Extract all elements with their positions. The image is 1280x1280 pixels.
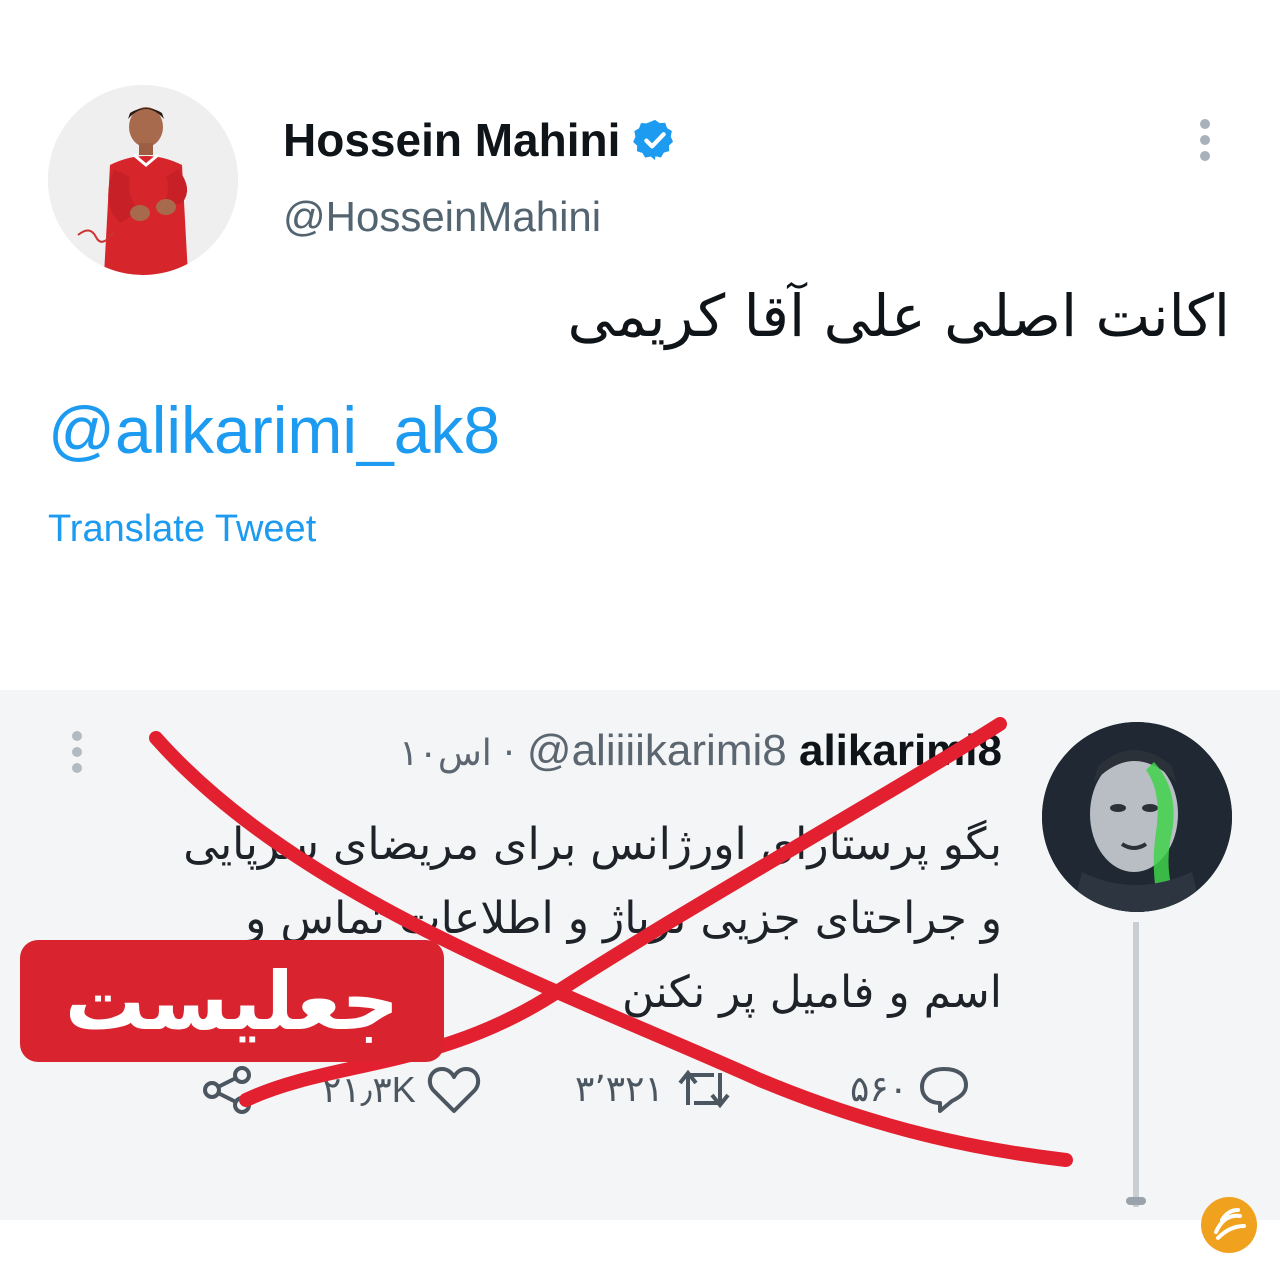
share-icon (203, 1066, 251, 1114)
embedded-text-line: بگو پرستارای اورژانس برای مریضای سرپایی (183, 819, 1002, 870)
retweet-count: ۳٬۳۲۱ (575, 1068, 664, 1109)
like-action: ۲۱٫۳K (322, 1065, 482, 1115)
reply-action: ۵۶۰ (850, 1065, 970, 1113)
display-name-text: Hossein Mahini (283, 114, 621, 166)
embedded-handle: @aliiiikarimi8 (526, 726, 787, 775)
share-action (200, 1065, 256, 1115)
more-vertical-icon[interactable] (1190, 118, 1220, 168)
embedded-time: ۱۰اس · (399, 733, 515, 774)
retweet-action: ۳٬۳۲۱ (575, 1065, 734, 1113)
avatar-photo-icon (48, 85, 238, 275)
heart-icon (427, 1067, 480, 1113)
mention-link[interactable]: @alikarimi_ak8 (48, 392, 500, 468)
like-count: ۲۱٫۳K (322, 1069, 416, 1110)
embedded-avatar (1042, 722, 1232, 912)
embedded-tweet-header: ۱۰اس · @aliiiikarimi8 alikarimi8 (399, 726, 1002, 776)
author-avatar[interactable] (48, 85, 238, 275)
embedded-display-name: alikarimi8 (798, 726, 1002, 775)
reply-count: ۵۶۰ (850, 1068, 909, 1109)
thread-line (1133, 922, 1139, 1207)
author-display-name[interactable]: Hossein Mahini (283, 113, 678, 167)
thread-end-dot (1126, 1197, 1146, 1205)
translate-tweet-link[interactable]: Translate Tweet (48, 508, 316, 551)
reply-icon (920, 1067, 969, 1113)
page: Hossein Mahini @HosseinMahini اکانت اصلی… (0, 0, 1280, 1280)
author-handle[interactable]: @HosseinMahini (283, 193, 601, 241)
verified-badge-icon (633, 119, 674, 161)
embedded-more-vertical-icon (72, 731, 82, 773)
tweet-text: اکانت اصلی علی آقا کریمی (567, 282, 1230, 350)
fake-label-badge: جعلیست (20, 940, 444, 1062)
embedded-avatar-photo-icon (1042, 722, 1232, 912)
site-logo-icon (1201, 1197, 1257, 1253)
retweet-icon (678, 1069, 730, 1109)
